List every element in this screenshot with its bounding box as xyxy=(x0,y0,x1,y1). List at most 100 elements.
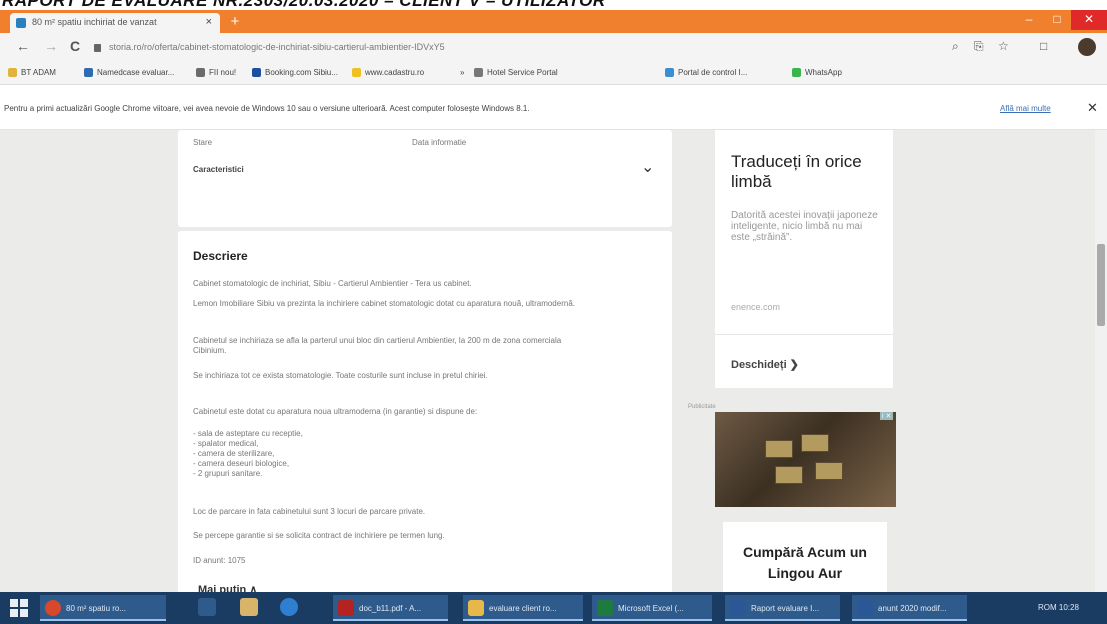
ad-choices-icon[interactable]: i ✕ xyxy=(880,412,894,420)
browser-titlebar: 80 m² spatiu inchiriat de vanzat × + – □… xyxy=(0,10,1107,33)
new-tab-button[interactable]: + xyxy=(226,14,244,30)
chevron-down-icon[interactable]: ⌄ xyxy=(641,157,654,177)
stare-label: Stare xyxy=(193,138,213,147)
reload-button[interactable]: C xyxy=(70,39,80,53)
page-scrollbar[interactable] xyxy=(1095,130,1107,592)
bookmark-icon xyxy=(84,68,93,78)
bookmark-label: Hotel Service Portal xyxy=(487,68,558,77)
bookmark-icon xyxy=(196,68,205,78)
close-icon[interactable]: ✕ xyxy=(1087,100,1098,116)
file-explorer-icon[interactable] xyxy=(240,598,258,616)
bookmark-icon xyxy=(352,68,361,78)
chrome-icon xyxy=(45,600,61,616)
taskbar-item-word[interactable]: anunt 2020 modif... xyxy=(852,595,967,621)
gold-ad[interactable]: Cumpără Acum un Lingou Aur xyxy=(723,522,887,592)
gold-bar-image xyxy=(815,462,843,480)
tab-title: 80 m² spatiu inchiriat de vanzat xyxy=(32,17,157,27)
pdf-icon xyxy=(338,600,354,616)
folder-icon xyxy=(468,600,484,616)
system-tray[interactable]: ROM 10:28 xyxy=(1038,603,1079,612)
gold-bar-image xyxy=(775,466,803,484)
word-icon xyxy=(730,600,746,616)
browser-toolbar: ← → C storia.ro/ro/oferta/cabinet-stomat… xyxy=(0,33,1107,61)
page-viewport: Stare Data informatie Caracteristici ⌄ D… xyxy=(0,130,1107,592)
forward-button[interactable]: → xyxy=(44,39,58,53)
bookmark-label: FII nou! xyxy=(209,68,237,77)
bookmark-label: Booking.com Sibiu... xyxy=(265,68,338,77)
open-button[interactable]: Deschideți ❯ xyxy=(731,358,799,371)
stare-value: Data informatie xyxy=(412,138,467,147)
update-infobar: Pentru a primi actualizări Google Chrome… xyxy=(0,85,1107,130)
description-paragraph: - sala de asteptare cu receptie, - spala… xyxy=(193,429,303,478)
description-paragraph: Se inchiriaza tot ce exista stomatologie… xyxy=(193,371,488,380)
description-paragraph: Cabinetul este dotat cu aparatura noua u… xyxy=(193,407,478,416)
search-icon[interactable]: ⌕ xyxy=(952,40,959,52)
details-card: Stare Data informatie Caracteristici ⌄ xyxy=(178,130,672,227)
bookmark-star-icon[interactable]: ☆ xyxy=(998,40,1009,52)
gold-bar-image xyxy=(801,434,829,452)
scrollbar-thumb[interactable] xyxy=(1097,244,1105,326)
bookmark-icon xyxy=(252,68,261,78)
url-text: storia.ro/ro/oferta/cabinet-stomatologic… xyxy=(109,42,445,52)
bookmark-item[interactable]: Booking.com Sibiu... xyxy=(252,68,338,78)
windows-taskbar: 80 m² spatiu ro... doc_b11.pdf - A... ev… xyxy=(0,592,1107,624)
bookmark-label: www.cadastru.ro xyxy=(365,68,425,77)
address-bar[interactable]: storia.ro/ro/oferta/cabinet-stomatologic… xyxy=(94,38,934,56)
ad-title: Cumpără Acum un Lingou Aur xyxy=(743,544,867,581)
bookmark-icon xyxy=(474,68,483,78)
extension-icon[interactable]: □ xyxy=(1040,40,1047,52)
lock-icon xyxy=(94,43,101,52)
minimize-button[interactable]: – xyxy=(1015,10,1043,30)
description-paragraph: Loc de parcare in fata cabinetului sunt … xyxy=(193,507,426,516)
excel-icon xyxy=(597,600,613,616)
tab-close-icon[interactable]: × xyxy=(206,16,212,28)
ad-tag: Publicitate xyxy=(688,404,716,410)
taskbar-label: 80 m² spatiu ro... xyxy=(66,604,127,613)
ad-body: Datorită acestei inovații japoneze intel… xyxy=(731,210,878,243)
divider xyxy=(715,334,893,335)
share-icon[interactable]: ⎘ xyxy=(974,40,984,52)
bookmark-icon xyxy=(792,68,801,78)
taskbar-item-folder[interactable]: evaluare client ro... xyxy=(463,595,583,621)
bookmark-item[interactable]: Namedcase evaluar... xyxy=(84,68,175,78)
show-less-link[interactable]: Mai puțin ∧ xyxy=(198,583,257,592)
taskbar-label: Microsoft Excel (... xyxy=(618,604,684,613)
gold-bars-ad-image[interactable]: i ✕ xyxy=(715,412,896,507)
bookmark-item[interactable]: Portal de control I... xyxy=(665,68,748,78)
taskbar-item-chrome[interactable]: 80 m² spatiu ro... xyxy=(40,595,166,621)
ad-site: enence.com xyxy=(731,302,781,312)
bookmark-icon xyxy=(665,68,674,78)
taskbar-item-excel[interactable]: Microsoft Excel (... xyxy=(592,595,712,621)
learn-more-link[interactable]: Află mai multe xyxy=(1000,104,1051,113)
windows-start-icon[interactable] xyxy=(10,599,28,617)
taskbar-item-word[interactable]: Raport evaluare I... xyxy=(725,595,840,621)
back-button[interactable]: ← xyxy=(16,39,30,53)
word-icon xyxy=(857,600,873,616)
bookmark-item[interactable]: BT ADAM xyxy=(8,68,56,78)
bookmark-item[interactable]: www.cadastru.ro xyxy=(352,68,425,78)
taskbar-item-pdf[interactable]: doc_b11.pdf - A... xyxy=(333,595,448,621)
close-window-button[interactable]: ✕ xyxy=(1071,10,1107,30)
translate-ad[interactable]: Traduceți în orice limbă Datorită aceste… xyxy=(715,130,893,388)
profile-avatar[interactable] xyxy=(1078,38,1096,56)
bookmark-item[interactable]: Hotel Service Portal xyxy=(474,68,558,78)
document-header-text: RAPORT DE EVALUARE NR.2303/20.03.2020 – … xyxy=(2,0,606,10)
bookmark-label: BT ADAM xyxy=(21,68,56,77)
bookmarks-more[interactable]: » xyxy=(460,68,464,77)
bookmark-item[interactable]: WhatsApp xyxy=(792,68,842,78)
taskbar-label: doc_b11.pdf - A... xyxy=(359,604,422,613)
bookmark-item[interactable]: FII nou! xyxy=(196,68,237,78)
description-paragraph: ID anunt: 1075 xyxy=(193,556,246,565)
edge-icon[interactable] xyxy=(280,598,298,616)
home-icon[interactable] xyxy=(198,598,216,616)
bookmarks-bar: BT ADAM Namedcase evaluar... FII nou! Bo… xyxy=(0,61,1107,85)
browser-tab[interactable]: 80 m² spatiu inchiriat de vanzat × xyxy=(10,13,220,33)
bookmark-label: Namedcase evaluar... xyxy=(97,68,175,77)
bookmark-label: Portal de control I... xyxy=(678,68,748,77)
taskbar-label: anunt 2020 modif... xyxy=(878,604,947,613)
document-header: RAPORT DE EVALUARE NR.2303/20.03.2020 – … xyxy=(0,0,1107,10)
gold-bar-image xyxy=(765,440,793,458)
bookmark-label: WhatsApp xyxy=(805,68,842,77)
maximize-button[interactable]: □ xyxy=(1043,10,1071,30)
bookmark-icon xyxy=(8,68,17,78)
